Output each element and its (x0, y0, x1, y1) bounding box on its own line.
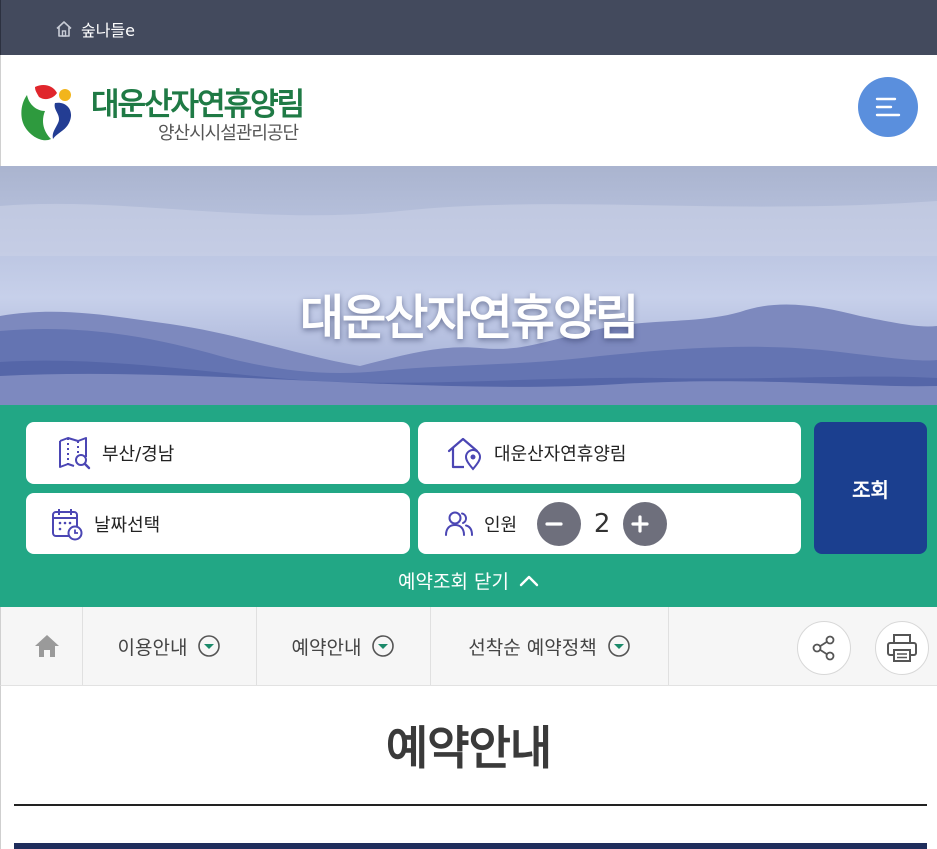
title-divider (14, 804, 927, 806)
minus-icon (545, 521, 563, 526)
home-icon (56, 21, 72, 37)
content-header-bar (14, 843, 927, 849)
subnav-item-label: 이용안내 (117, 636, 188, 659)
home-link[interactable]: 숲나들e (55, 17, 135, 41)
subnav-item-label: 예약안내 (291, 636, 362, 659)
dropdown-circle-icon (372, 635, 395, 657)
search-toggle-label: 예약조회 닫기 (398, 571, 509, 593)
share-button[interactable] (797, 621, 851, 675)
people-icon (445, 511, 473, 536)
sub-navigation: 이용안내 예약안내 선착순 예약정책 (0, 607, 937, 686)
subnav-item-label: 선착순 예약정책 (468, 636, 597, 659)
search-toggle-button[interactable]: 예약조회 닫기 (0, 567, 937, 594)
region-value: 부산/경남 (102, 444, 175, 465)
query-button[interactable]: 조회 (814, 422, 927, 554)
dropdown-circle-icon (607, 635, 630, 657)
date-picker[interactable]: 날짜선택 (26, 493, 410, 554)
house-location-icon (447, 437, 482, 471)
increase-people-button[interactable] (623, 501, 668, 546)
subnav-item-usage-guide[interactable]: 이용안내 (83, 607, 257, 685)
dropdown-circle-icon (198, 635, 221, 657)
people-stepper: 인원 2 (418, 493, 801, 554)
menu-button[interactable] (858, 77, 918, 137)
print-button[interactable] (875, 621, 929, 675)
hamburger-menu-icon (875, 97, 901, 117)
home-icon (34, 635, 59, 657)
reservation-search-panel: 부산/경남 대운산자연휴양림 날짜선택 인원 2 조회 예약조회 닫기 (0, 405, 937, 607)
logo-title: 대운산자연휴양림 (91, 87, 305, 123)
page-title: 예약안내 (385, 721, 552, 775)
map-search-icon (59, 437, 91, 470)
forest-select[interactable]: 대운산자연휴양림 (418, 422, 801, 484)
printer-icon (887, 634, 917, 662)
people-count: 2 (593, 508, 611, 539)
subnav-home-button[interactable] (1, 607, 83, 685)
hero-title: 대운산자연휴양림 (299, 290, 639, 346)
site-header: 대운산자연휴양림 양산시시설관리공단 (0, 55, 937, 166)
decrease-people-button[interactable] (537, 501, 582, 546)
people-label: 인원 (484, 514, 518, 536)
region-select[interactable]: 부산/경남 (26, 422, 410, 484)
logo-subtitle: 양산시시설관리공단 (158, 123, 299, 144)
subnav-item-first-come-policy[interactable]: 선착순 예약정책 (431, 607, 669, 685)
top-bar: 숲나들e (0, 0, 937, 55)
forest-logo-icon (21, 85, 72, 141)
home-link-label: 숲나들e (81, 21, 136, 40)
hero-banner: 대운산자연휴양림 (0, 166, 937, 405)
date-value: 날짜선택 (94, 514, 161, 536)
plus-icon (631, 514, 649, 533)
share-icon (812, 635, 835, 661)
subnav-item-reservation-guide[interactable]: 예약안내 (257, 607, 431, 685)
chevron-up-icon (519, 575, 539, 586)
calendar-clock-icon (52, 508, 83, 540)
site-logo[interactable]: 대운산자연휴양림 양산시시설관리공단 (15, 79, 315, 149)
forest-value: 대운산자연휴양림 (494, 444, 627, 465)
